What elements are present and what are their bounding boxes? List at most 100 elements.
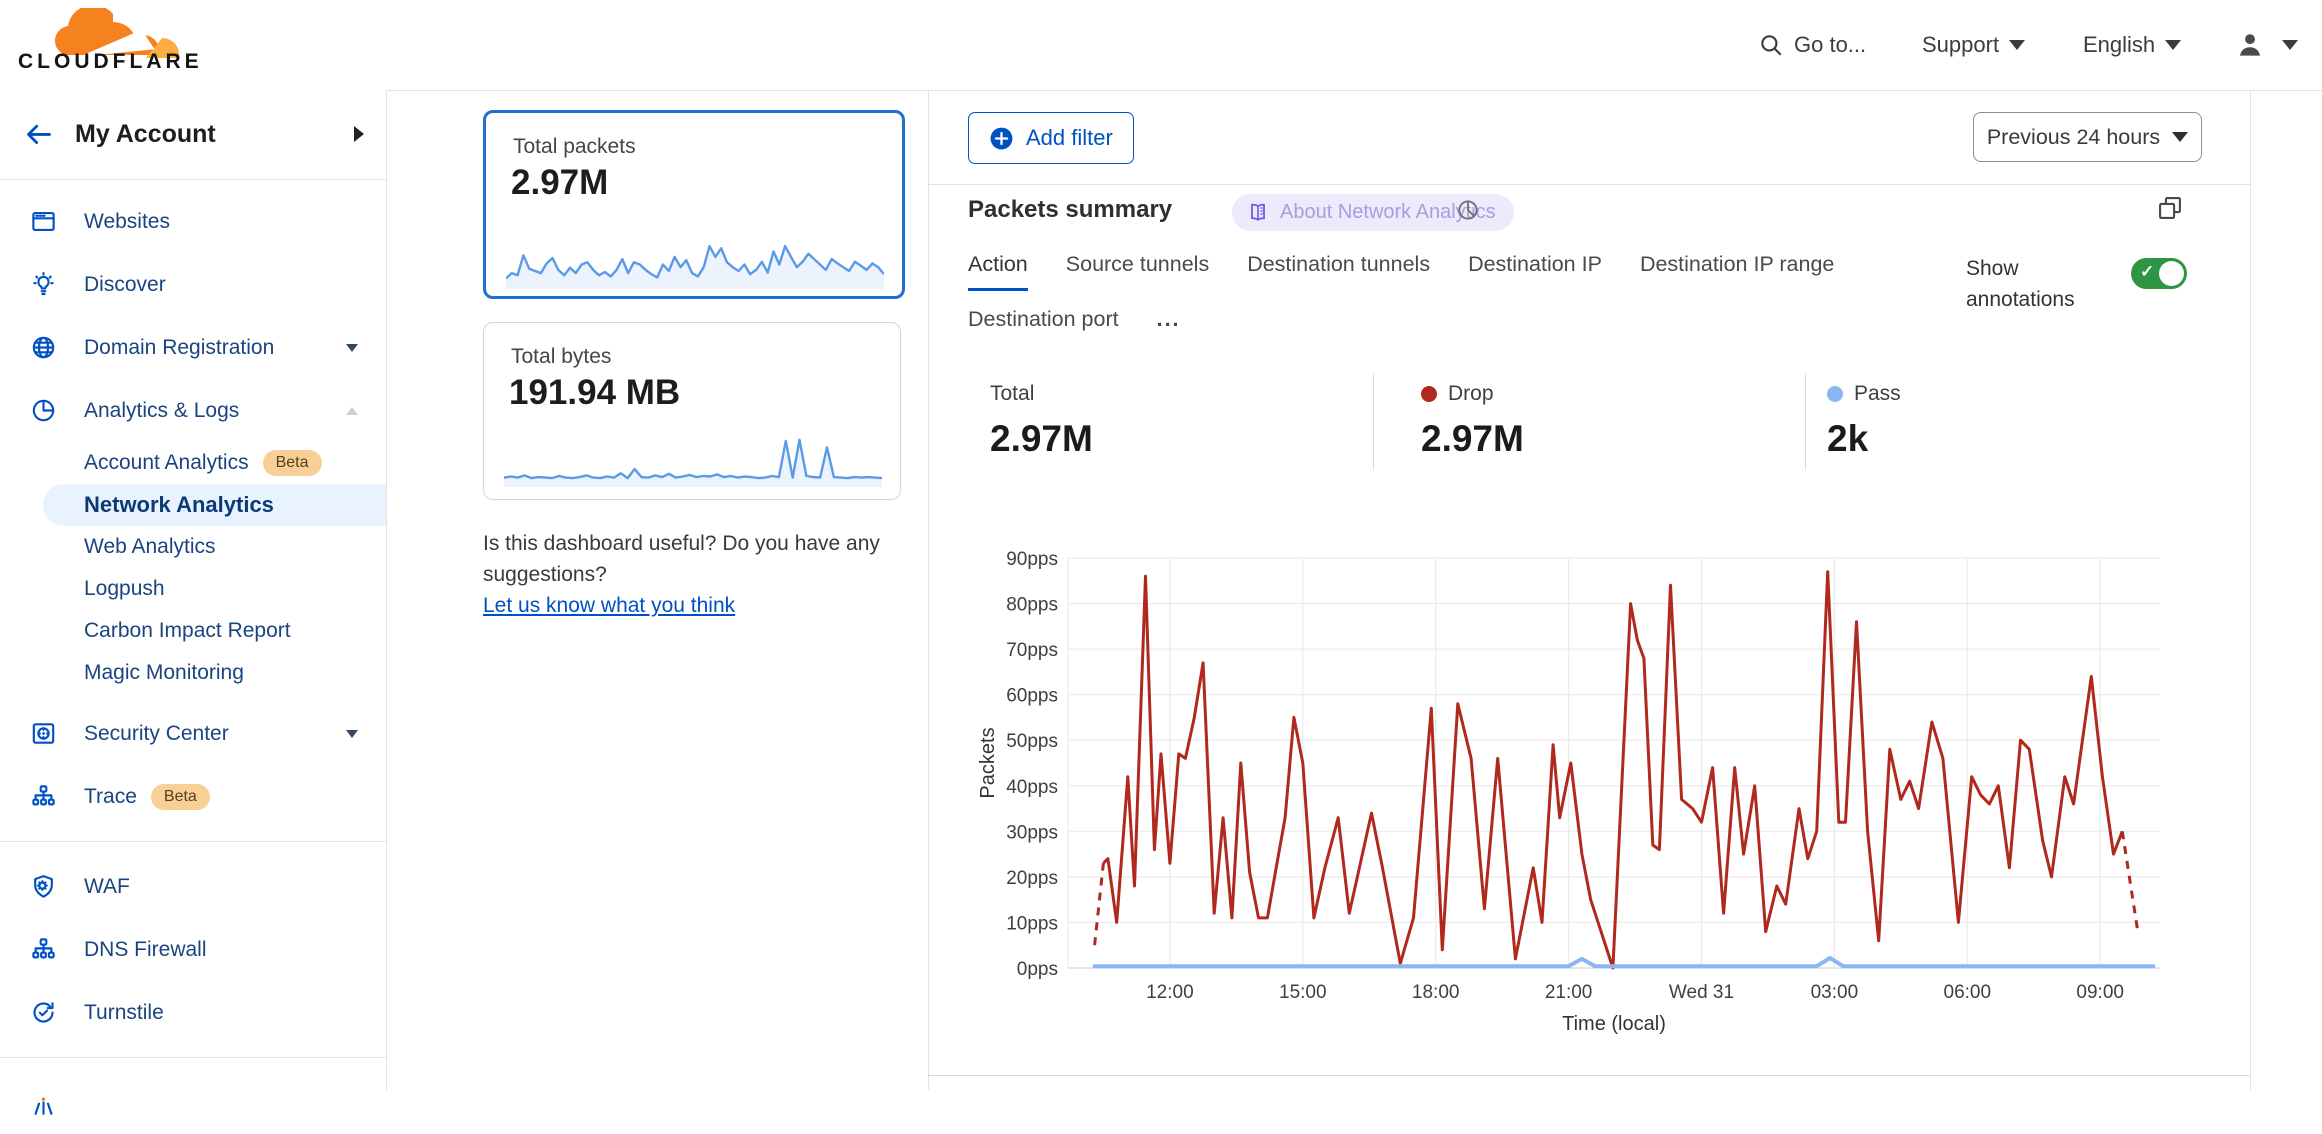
search-label: Go to... [1794, 32, 1866, 58]
sidebar-item-logpush[interactable]: Logpush [43, 568, 386, 610]
tab-destination-ip[interactable]: Destination IP [1468, 252, 1602, 291]
stat-value: 2.97M [1421, 418, 1524, 460]
x-tick-label: 12:00 [1146, 982, 1194, 1003]
sidebar-item-domain-registration[interactable]: Domain Registration [0, 316, 386, 379]
y-tick-label: 70pps [1006, 640, 1058, 661]
chevron-down-icon [2009, 40, 2025, 50]
total-packets-card[interactable]: Total packets 2.97M [483, 110, 905, 299]
support-menu[interactable]: Support [1922, 0, 2025, 90]
sidebar-item-network-analytics[interactable]: Network Analytics [43, 484, 386, 526]
chevron-down-icon [346, 730, 358, 738]
back-arrow-icon[interactable] [24, 121, 54, 149]
time-range-select[interactable]: Previous 24 hours [1973, 112, 2202, 162]
card-title: Total bytes [511, 345, 611, 369]
chevron-down-icon [2172, 132, 2188, 142]
sidebar-item-web-analytics[interactable]: Web Analytics [43, 526, 386, 568]
stat-label: Total [990, 382, 1093, 406]
sidebar-item-discover[interactable]: Discover [0, 253, 386, 316]
chevron-right-icon[interactable] [354, 126, 364, 142]
sidebar-item-label: Discover [84, 273, 166, 297]
toggle-knob [2159, 261, 2184, 286]
sidebar-item-websites[interactable]: Websites [0, 190, 386, 253]
sidebar-item-label: Websites [84, 210, 170, 234]
y-tick-label: 50pps [1006, 731, 1058, 752]
tab-action[interactable]: Action [968, 252, 1028, 291]
sidebar-item-label: Carbon Impact Report [84, 619, 291, 643]
sidebar-item-turnstile[interactable]: Turnstile [0, 981, 386, 1044]
series-drop-line-dashed-end [2122, 831, 2138, 931]
bytes-sparkline-chart [504, 423, 882, 489]
tab-destination-tunnels[interactable]: Destination tunnels [1247, 252, 1430, 291]
card-title: Total packets [513, 135, 636, 159]
dimension-tabs: Action Source tunnels Destination tunnels D… [968, 252, 1848, 343]
sidebar-item-label: Turnstile [84, 1001, 164, 1025]
y-tick-label: 40pps [1006, 777, 1058, 798]
show-annotations-toggle[interactable]: ✓ [2131, 258, 2187, 289]
x-tick-label: 21:00 [1545, 982, 1593, 1003]
feedback-link[interactable]: Let us know what you think [483, 594, 735, 617]
sidebar-item-dns-firewall[interactable]: DNS Firewall [0, 918, 386, 981]
sidebar-item-partial[interactable] [0, 1071, 386, 1134]
top-header: CLOUDFLARE Go to... Support English [0, 0, 2322, 91]
x-tick-label: Wed 31 [1669, 982, 1734, 1003]
stat-label: Drop [1421, 382, 1524, 406]
y-tick-label: 10pps [1006, 913, 1058, 934]
sidebar-item-label: Security Center [84, 722, 229, 746]
sidebar-item-label: Account Analytics [84, 451, 249, 475]
tabs-overflow-button[interactable]: ... [1157, 307, 1181, 343]
sidebar-nav: Websites Discover Domain Registration Analy… [0, 180, 386, 1134]
show-annotations-label: Show annotations [1966, 253, 2091, 315]
feedback-text: Is this dashboard useful? Do you have an… [483, 532, 880, 586]
divider [2250, 90, 2251, 1090]
x-tick-label: 15:00 [1279, 982, 1327, 1003]
cloudflare-logo-text: CLOUDFLARE [18, 50, 203, 74]
packets-time-series-chart[interactable]: 0pps10pps20pps30pps40pps50pps60pps70pps8… [960, 538, 2222, 1044]
sidebar-item-label: Logpush [84, 577, 165, 601]
sidebar-item-waf[interactable]: WAF [0, 855, 386, 918]
series-drop-line-dashed-start [1095, 863, 1104, 945]
dns-tree-icon [30, 936, 57, 963]
divider [0, 1057, 386, 1058]
sidebar-item-analytics-logs[interactable]: Analytics & Logs [0, 379, 386, 442]
x-tick-label: 03:00 [1811, 982, 1859, 1003]
series-drop-line [1103, 572, 2122, 968]
y-tick-label: 20pps [1006, 868, 1058, 889]
language-menu[interactable]: English [2083, 0, 2181, 90]
zero-trust-partial-icon [30, 1089, 57, 1116]
sidebar-item-magic-monitoring[interactable]: Magic Monitoring [43, 652, 386, 694]
stat-value: 2.97M [990, 418, 1093, 460]
x-tick-label: 06:00 [1944, 982, 1992, 1003]
sidebar-item-label: Magic Monitoring [84, 661, 244, 685]
stat-pass: Pass2k [1827, 382, 1901, 460]
tab-source-tunnels[interactable]: Source tunnels [1066, 252, 1209, 291]
total-bytes-card[interactable]: Total bytes 191.94 MB [483, 322, 901, 500]
chevron-down-icon [2282, 40, 2298, 50]
trace-icon [30, 783, 57, 810]
divider [1373, 374, 1374, 470]
sidebar-item-security-center[interactable]: Security Center [0, 702, 386, 765]
pie-chart-icon[interactable] [1456, 198, 1480, 222]
sidebar-item-label: Domain Registration [84, 336, 274, 360]
sidebar-item-trace[interactable]: TraceBeta [0, 765, 386, 828]
tab-destination-ip-range[interactable]: Destination IP range [1640, 252, 1834, 291]
y-tick-label: 0pps [1017, 959, 1058, 980]
expand-panel-icon[interactable] [2156, 194, 2184, 222]
y-tick-label: 30pps [1006, 822, 1058, 843]
account-menu[interactable] [2234, 0, 2298, 90]
global-search[interactable]: Go to... [1758, 0, 1866, 90]
x-axis-title: Time (local) [1562, 1013, 1666, 1035]
support-label: Support [1922, 32, 1999, 58]
account-header: My Account [0, 90, 386, 180]
stat-total: Total 2.97M [990, 382, 1093, 460]
chevron-down-icon [346, 344, 358, 352]
sidebar-item-label: DNS Firewall [84, 938, 207, 962]
tab-destination-port[interactable]: Destination port [968, 307, 1119, 343]
add-filter-button[interactable]: Add filter [968, 112, 1134, 164]
card-value: 191.94 MB [509, 373, 680, 413]
sidebar-item-account-analytics[interactable]: Account AnalyticsBeta [43, 442, 386, 484]
user-avatar-icon [2234, 29, 2266, 61]
sidebar-item-label: Web Analytics [84, 535, 216, 559]
chevron-up-icon [346, 407, 358, 415]
sidebar-item-carbon-impact-report[interactable]: Carbon Impact Report [43, 610, 386, 652]
safe-icon [30, 720, 57, 747]
